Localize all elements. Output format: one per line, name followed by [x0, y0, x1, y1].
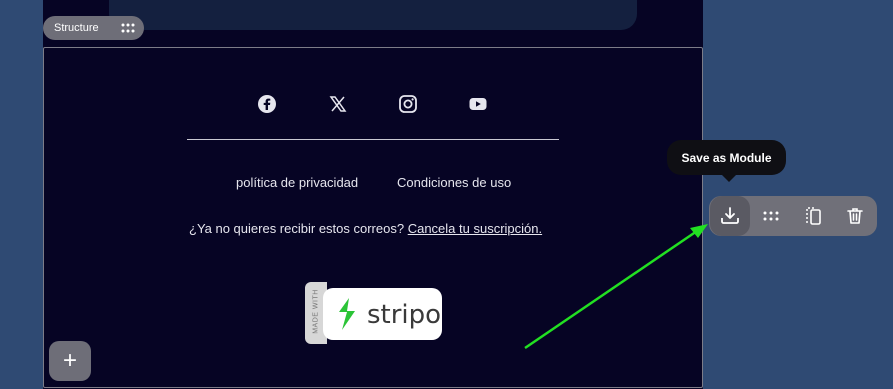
delete-module-button[interactable]	[835, 196, 875, 236]
delete-icon	[847, 208, 863, 224]
tooltip-text: Save as Module	[681, 150, 772, 165]
duplicate-icon	[806, 207, 821, 225]
editor-canvas: Structure política de privacidad Condici…	[0, 0, 893, 389]
duplicate-module-button[interactable]	[793, 196, 833, 236]
save-as-module-tooltip: Save as Module	[667, 140, 786, 175]
save-as-module-icon	[721, 207, 739, 224]
module-toolbar	[709, 196, 877, 236]
move-module-button[interactable]	[751, 196, 791, 236]
save-as-module-button[interactable]	[710, 196, 750, 236]
annotation-arrow	[524, 224, 708, 350]
tooltip-pointer	[721, 174, 737, 182]
move-icon	[763, 211, 779, 221]
